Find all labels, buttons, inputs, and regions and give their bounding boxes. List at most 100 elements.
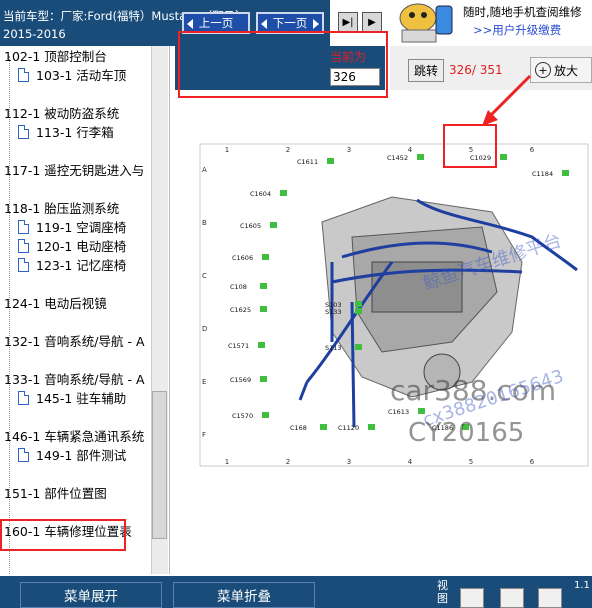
next-page-label: 下一页 [272,16,308,30]
version-label: 1.1 [574,580,590,591]
sidebar-item[interactable]: 124-1 电动后视镜 [4,293,107,312]
mascot-icon [399,3,453,43]
sidebar-item[interactable]: 103-1 活动车顶 [18,65,126,84]
connector-marker [368,424,375,430]
document-icon [18,258,29,272]
grid-row-label: C [202,272,207,280]
sidebar-item[interactable]: 149-1 部件测试 [18,445,126,464]
sidebar-item-label: 146-1 车辆紧急通讯系统 [4,429,145,444]
connector-label: C1184 [532,170,553,178]
sidebar-item-label: 103-1 活动车顶 [36,68,127,83]
watermark-code: CY20165 [408,418,525,448]
connector-label: C1605 [240,222,261,230]
connector-marker [262,412,269,418]
upgrade-link[interactable]: >>用户升级缴费 [473,22,561,38]
sidebar-item-label: 113-1 行李箱 [36,125,114,140]
document-icon [18,220,29,234]
connector-label: S113 [325,344,342,352]
connector-marker [280,190,287,196]
connector-marker [320,424,327,430]
connector-marker [355,308,362,314]
sidebar-item[interactable]: 113-1 行李箱 [18,122,114,141]
sidebar-item[interactable]: 120-1 电动座椅 [18,236,126,255]
connector-label: C1452 [387,154,408,162]
menu-expand-button[interactable]: 菜单展开 [20,582,162,608]
sidebar-item-label: 124-1 电动后视镜 [4,296,107,311]
zoom-in-button[interactable]: + 放大 [530,57,592,83]
sidebar-item-label: 133-1 音响系统/导航 - A [4,372,145,387]
connector-label: C1611 [297,158,318,166]
sidebar-item-label: 123-1 记忆座椅 [36,258,127,273]
connector-label: C1604 [250,190,271,198]
connector-marker [258,342,265,348]
sidebar-item[interactable]: 151-1 部件位置图 [4,483,107,502]
view-single-button[interactable] [460,588,484,608]
view-double-button[interactable] [500,588,524,608]
sidebar-item-label: 145-1 驻车辅助 [36,391,127,406]
sidebar-item[interactable]: 132-1 音响系统/导航 - A [4,331,145,350]
right-arrow-icon [313,19,319,29]
next-icon[interactable]: ▶ [362,12,382,32]
sidebar-item[interactable]: 119-1 空调座椅 [18,217,126,236]
sidebar-item[interactable]: 102-1 顶部控制台 [4,46,107,65]
ad-banner[interactable]: 随时,随地手机查阅维修 >>用户升级缴费 [388,0,592,44]
highlight-nav-box [178,31,388,98]
document-icon [18,391,29,405]
connector-label: C1613 [388,408,409,416]
view-fit-button[interactable] [538,588,562,608]
scrollbar-thumb[interactable] [152,391,167,539]
jump-button[interactable]: 跳转 [408,59,444,82]
zoom-label: 放大 [554,63,579,78]
sidebar-item-label: 118-1 胎压监测系统 [4,201,120,216]
sidebar-item-label: 112-1 被动防盗系统 [4,106,120,121]
connector-marker [417,154,424,160]
sidebar-item-label: 151-1 部件位置图 [4,486,107,501]
connector-marker [270,222,277,228]
connector-label: C1606 [232,254,253,262]
play-icon[interactable]: ▶| [338,12,358,32]
document-icon [18,68,29,82]
grid-col-label: 6 [530,458,535,466]
sidebar-item[interactable]: 133-1 音响系统/导航 - A [4,369,145,388]
connector-label: C1569 [230,376,251,384]
left-arrow-icon [261,19,267,29]
sidebar-item[interactable]: 118-1 胎压监测系统 [4,198,119,217]
document-icon [18,448,29,462]
grid-row-label: B [202,219,207,227]
highlight-connector-box [443,124,497,168]
grid-col-label: 2 [286,146,290,154]
connector-label: C1570 [232,412,253,420]
grid-col-label: 4 [408,458,413,466]
menu-collapse-button[interactable]: 菜单折叠 [173,582,315,608]
sidebar-item[interactable]: 123-1 记忆座椅 [18,255,126,274]
engine-harness-diagram: C1611 C1452 C1029C1184C1604C1605C1606C108C… [199,143,589,467]
sidebar-item-label: 132-1 音响系统/导航 - A [4,334,145,349]
grid-col-label: 1 [225,458,229,466]
connector-marker [327,158,334,164]
ad-text: 随时,随地手机查阅维修 [463,5,582,19]
grid-row-label: E [202,378,206,386]
sidebar-item-label: 102-1 顶部控制台 [4,49,107,64]
sidebar-item[interactable]: 146-1 车辆紧急通讯系统 [4,426,144,445]
connector-marker [500,154,507,160]
grid-col-label: 3 [347,458,351,466]
sidebar-item-label: 119-1 空调座椅 [36,220,127,235]
sidebar-item-label: 149-1 部件测试 [36,448,127,463]
sidebar-item[interactable]: 112-1 被动防盗系统 [4,103,119,122]
connector-marker [355,301,362,307]
connector-marker [355,344,362,350]
connector-marker [260,283,267,289]
document-icon [18,125,29,139]
grid-col-label: 5 [469,458,473,466]
sidebar-item[interactable]: 117-1 遥控无钥匙进入与 [4,160,144,179]
connector-marker [260,306,267,312]
sidebar-item[interactable]: 145-1 驻车辅助 [18,388,126,407]
left-arrow-icon [187,19,193,29]
sidebar-item-label: 120-1 电动座椅 [36,239,127,254]
connector-label: C1571 [228,342,249,350]
sidebar-item-label: 117-1 遥控无钥匙进入与 [4,163,145,178]
connector-label: C108 [230,283,247,291]
grid-col-label: 4 [408,146,413,154]
grid-col-label: 3 [347,146,351,154]
grid-row-label: A [202,166,207,174]
